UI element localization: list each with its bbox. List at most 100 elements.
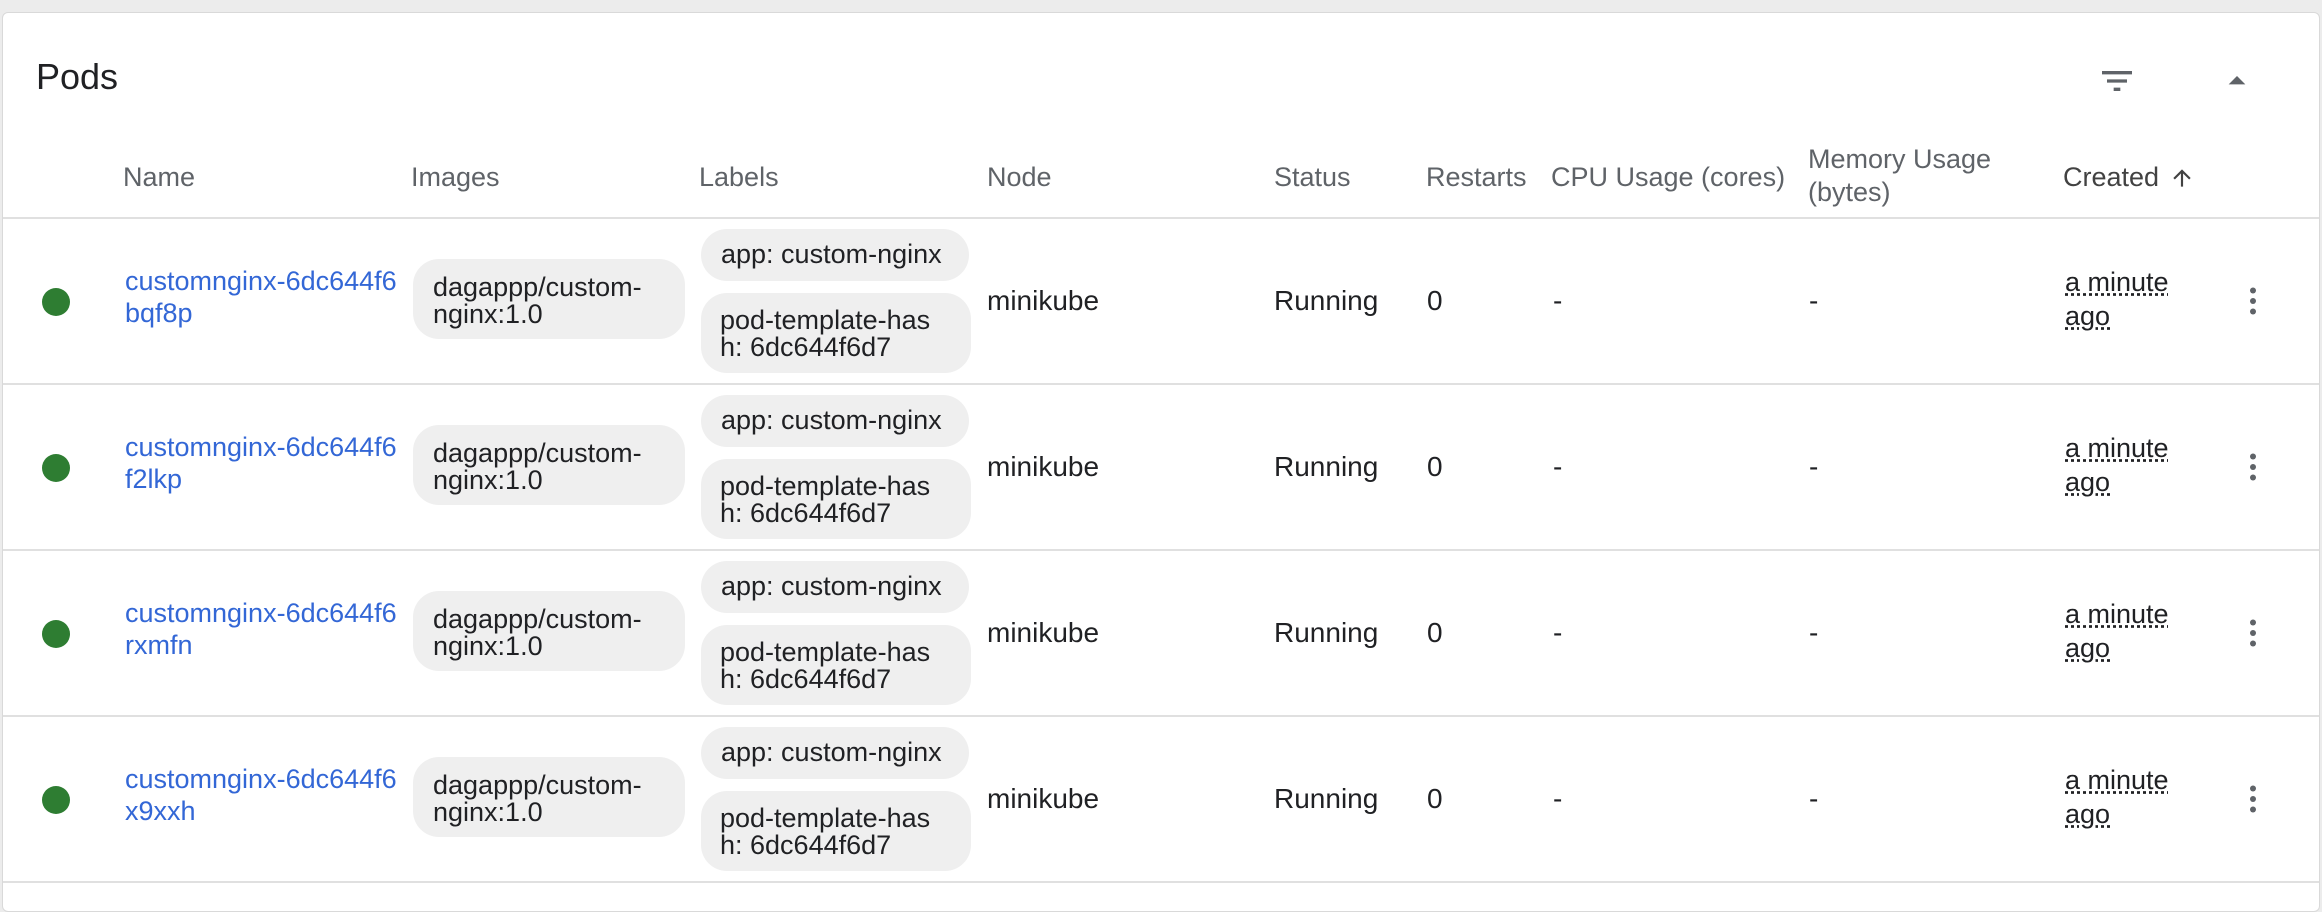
column-header-memory[interactable]: Memory Usage (bytes)	[1808, 143, 1991, 209]
pod-name-link[interactable]: customnginx-6dc644f6 x9xxh	[125, 763, 405, 827]
table-row: customnginx-6dc644f6 rxmfn dagappp/custo…	[3, 551, 2319, 717]
status-cell: Running	[1274, 783, 1379, 814]
cpu-cell: -	[1553, 617, 1563, 648]
column-header-images: Images	[411, 162, 500, 192]
label-chip-pod-template-hash: pod-template-has h: 6dc644f6d7	[701, 293, 971, 373]
pod-name-link[interactable]: customnginx-6dc644f6 f2lkp	[125, 431, 405, 495]
label-chip-line1: pod-template-has	[720, 803, 931, 833]
image-chip-line1: dagappp/custom-	[433, 770, 642, 800]
pod-name-line1: customnginx-6dc644f6	[125, 764, 397, 794]
created-cell: a minute ago	[2065, 597, 2169, 665]
image-chip-line2: nginx:1.0	[433, 465, 543, 495]
status-cell: Running	[1274, 285, 1379, 316]
status-dot-icon	[42, 288, 70, 316]
image-chip-line1: dagappp/custom-	[433, 438, 642, 468]
created-line1: a minute	[2065, 433, 2169, 463]
column-header-node[interactable]: Node	[987, 161, 1052, 194]
table-row: customnginx-6dc644f6 f2lkp dagappp/custo…	[3, 385, 2319, 551]
more-vert-icon[interactable]	[2233, 769, 2273, 829]
image-chip-line2: nginx:1.0	[433, 631, 543, 661]
arrow-upward-icon	[2173, 168, 2191, 187]
pod-name-line2: bqf8p	[125, 298, 193, 328]
restarts-cell: 0	[1427, 783, 1443, 814]
restarts-cell: 0	[1427, 285, 1443, 316]
column-header-memory-line1: Memory Usage	[1808, 144, 1992, 174]
memory-cell: -	[1809, 285, 1819, 316]
table-row: customnginx-6dc644f6 bqf8p dagappp/custo…	[3, 219, 2319, 385]
memory-cell: -	[1809, 451, 1819, 482]
image-chip-line2: nginx:1.0	[433, 797, 543, 827]
created-line1: a minute	[2065, 599, 2169, 629]
node-cell: minikube	[987, 783, 1100, 814]
memory-cell: -	[1809, 617, 1819, 648]
cpu-cell: -	[1553, 285, 1563, 316]
status-cell: Running	[1274, 617, 1379, 648]
column-header-created[interactable]: Created	[2063, 161, 2195, 194]
created-line2: ago	[2065, 799, 2111, 829]
column-header-created-label: Created	[2063, 162, 2160, 192]
pod-name-line2: f2lkp	[125, 464, 183, 494]
column-header-status[interactable]: Status	[1274, 161, 1351, 194]
image-chip: dagappp/custom- nginx:1.0	[413, 425, 685, 505]
label-chip-line2: h: 6dc644f6d7	[720, 830, 892, 860]
image-chip: dagappp/custom- nginx:1.0	[413, 259, 685, 339]
cpu-cell: -	[1553, 783, 1563, 814]
label-chip-line2: h: 6dc644f6d7	[720, 332, 892, 362]
column-header-name[interactable]: Name	[123, 161, 195, 194]
label-chip-pod-template-hash: pod-template-has h: 6dc644f6d7	[701, 459, 971, 539]
label-chip-pod-template-hash: pod-template-has h: 6dc644f6d7	[701, 625, 971, 705]
column-header-cpu[interactable]: CPU Usage (cores)	[1551, 161, 1785, 194]
column-header-memory-line2: (bytes)	[1808, 177, 1891, 207]
more-vert-icon[interactable]	[2233, 603, 2273, 663]
image-chip: dagappp/custom- nginx:1.0	[413, 757, 685, 837]
created-line1: a minute	[2065, 765, 2169, 795]
pod-name-line1: customnginx-6dc644f6	[125, 266, 397, 296]
cpu-cell: -	[1553, 451, 1563, 482]
pod-name-link[interactable]: customnginx-6dc644f6 bqf8p	[125, 265, 405, 329]
panel-title: Pods	[36, 56, 119, 97]
expand-less-icon[interactable]	[2213, 57, 2261, 105]
more-vert-icon[interactable]	[2233, 437, 2273, 497]
created-line2: ago	[2065, 301, 2111, 331]
created-cell: a minute ago	[2065, 265, 2169, 333]
node-cell: minikube	[987, 617, 1100, 648]
image-chip-line2: nginx:1.0	[433, 299, 543, 329]
node-cell: minikube	[987, 451, 1100, 482]
memory-cell: -	[1809, 783, 1819, 814]
image-chip-line1: dagappp/custom-	[433, 604, 642, 634]
created-cell: a minute ago	[2065, 763, 2169, 831]
label-chip-app: app: custom-nginx	[701, 395, 969, 447]
pods-card: Pods Name Images Labels Node Status Rest…	[2, 12, 2320, 912]
label-chip-app: app: custom-nginx	[701, 561, 969, 613]
status-cell: Running	[1274, 451, 1379, 482]
status-dot-icon	[42, 620, 70, 648]
status-dot-icon	[42, 786, 70, 814]
label-chip-pod-template-hash: pod-template-has h: 6dc644f6d7	[701, 791, 971, 871]
created-line2: ago	[2065, 467, 2111, 497]
created-cell: a minute ago	[2065, 431, 2169, 499]
pod-name-line1: customnginx-6dc644f6	[125, 598, 397, 628]
restarts-cell: 0	[1427, 451, 1443, 482]
column-header-labels: Labels	[699, 162, 779, 192]
label-chip-line2: h: 6dc644f6d7	[720, 498, 892, 528]
table-header: Name Images Labels Node Status Restarts …	[3, 133, 2319, 219]
image-chip: dagappp/custom- nginx:1.0	[413, 591, 685, 671]
column-header-restarts[interactable]: Restarts	[1426, 161, 1527, 194]
image-chip-line1: dagappp/custom-	[433, 272, 642, 302]
status-dot-icon	[42, 454, 70, 482]
label-chip-app: app: custom-nginx	[701, 727, 969, 779]
pod-name-line2: rxmfn	[125, 630, 193, 660]
table-row: customnginx-6dc644f6 x9xxh dagappp/custo…	[3, 717, 2319, 883]
created-line2: ago	[2065, 633, 2111, 663]
created-line1: a minute	[2065, 267, 2169, 297]
pod-name-line2: x9xxh	[125, 796, 196, 826]
label-chip-line1: pod-template-has	[720, 471, 931, 501]
filter-list-icon[interactable]	[2093, 57, 2141, 105]
label-chip-line1: pod-template-has	[720, 305, 931, 335]
restarts-cell: 0	[1427, 617, 1443, 648]
label-chip-app: app: custom-nginx	[701, 229, 969, 281]
pod-name-link[interactable]: customnginx-6dc644f6 rxmfn	[125, 597, 405, 661]
label-chip-line1: pod-template-has	[720, 637, 931, 667]
pod-name-line1: customnginx-6dc644f6	[125, 432, 397, 462]
more-vert-icon[interactable]	[2233, 271, 2273, 331]
